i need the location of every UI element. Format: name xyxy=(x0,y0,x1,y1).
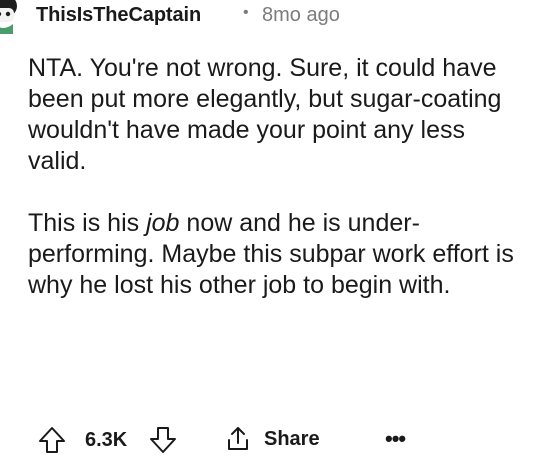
comment-author[interactable]: ThisIsTheCaptain xyxy=(36,4,201,27)
vote-count: 6.3K xyxy=(85,429,128,451)
share-label: Share xyxy=(264,427,320,450)
share-icon xyxy=(228,427,248,450)
upvote-button[interactable] xyxy=(37,425,67,455)
meta-separator: • xyxy=(243,4,249,21)
comment-header: ThisIsTheCaptain • 8mo ago xyxy=(0,0,545,34)
comment-action-bar: 6.3K Share ••• xyxy=(0,420,545,460)
upvote-arrow-icon xyxy=(39,427,65,453)
comment-paragraph: This is his job now and he is under-perf… xyxy=(28,208,528,301)
downvote-arrow-icon xyxy=(150,427,176,453)
share-button[interactable]: Share xyxy=(224,422,320,456)
comment-paragraph: NTA. You're not wrong. Sure, it could ha… xyxy=(28,54,502,175)
comment-timestamp[interactable]: 8mo ago xyxy=(262,4,340,27)
more-options-icon[interactable]: ••• xyxy=(385,426,406,452)
paragraph-text: This is his xyxy=(28,209,147,237)
downvote-button[interactable] xyxy=(148,425,178,455)
avatar-icon xyxy=(0,0,17,34)
avatar[interactable] xyxy=(0,0,20,34)
comment-body: NTA. You're not wrong. Sure, it could ha… xyxy=(28,53,528,332)
emphasized-text: job xyxy=(146,209,180,237)
